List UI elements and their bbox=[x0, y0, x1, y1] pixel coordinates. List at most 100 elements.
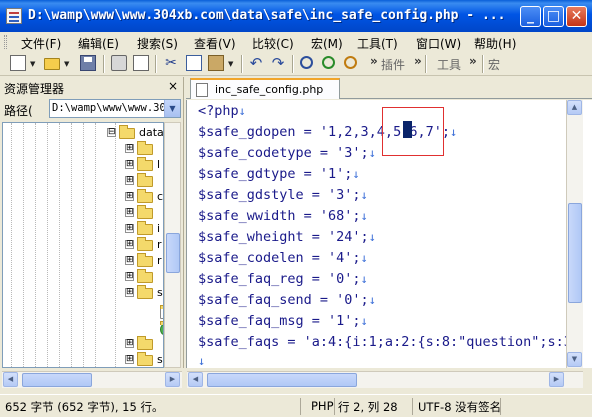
menu-edit[interactable]: 编辑(E) bbox=[78, 35, 119, 52]
expand-icon[interactable]: ⊞ bbox=[125, 339, 134, 348]
code-line[interactable]: $safe_faq_msg = '1';↓ bbox=[198, 313, 368, 334]
tree-item[interactable]: ⊞ bbox=[125, 173, 163, 189]
explorer-close-icon[interactable]: × bbox=[168, 79, 178, 93]
expand-icon[interactable]: ⊞ bbox=[125, 288, 134, 297]
status-encoding[interactable]: UTF-8 没有签名 bbox=[418, 399, 501, 415]
scrollbar-thumb[interactable] bbox=[207, 373, 357, 387]
tree-item-data[interactable]: ⊟ data bbox=[107, 125, 163, 141]
tab-inc-safe-config[interactable]: inc_safe_config.php bbox=[190, 78, 340, 99]
path-combobox[interactable]: D:\wamp\www\www.304 ▼ bbox=[49, 99, 181, 118]
menu-window[interactable]: 窗口(W) bbox=[416, 35, 461, 52]
menu-file[interactable]: 文件(F) bbox=[21, 35, 61, 52]
tree-item[interactable]: ⊞ l bbox=[125, 157, 163, 173]
minimize-button[interactable]: _ bbox=[520, 6, 541, 27]
code-line[interactable]: $safe_faq_reg = '0';↓ bbox=[198, 271, 368, 292]
editor-vertical-scrollbar[interactable]: ▲ ▼ bbox=[566, 100, 583, 368]
scroll-left-icon[interactable]: ◀ bbox=[3, 372, 18, 387]
expand-icon[interactable]: ⊞ bbox=[125, 256, 134, 265]
status-language[interactable]: PHP bbox=[311, 399, 334, 413]
menu-compare[interactable]: 比较(C) bbox=[252, 35, 294, 52]
code-line[interactable]: $safe_wwidth = '68';↓ bbox=[198, 208, 368, 229]
scroll-up-icon[interactable]: ▲ bbox=[567, 100, 582, 115]
redo-icon[interactable]: ↷ bbox=[270, 55, 286, 71]
tree-item[interactable]: ⊞ bbox=[125, 205, 163, 221]
expand-icon[interactable]: ⊞ bbox=[125, 208, 134, 217]
scrollbar-thumb[interactable] bbox=[22, 373, 92, 387]
undo-icon[interactable]: ↶ bbox=[248, 55, 264, 71]
menu-search[interactable]: 搜索(S) bbox=[137, 35, 178, 52]
expand-icon[interactable]: ⊞ bbox=[125, 240, 134, 249]
code-line[interactable]: $safe_faq_send = '0';↓ bbox=[198, 292, 376, 313]
scroll-down-icon[interactable]: ▼ bbox=[567, 352, 582, 367]
tree-item[interactable]: ⊞ r bbox=[125, 237, 163, 253]
editor-horizontal-scrollbar[interactable]: ◀ ▶ bbox=[187, 371, 583, 388]
replace-icon[interactable] bbox=[344, 56, 357, 69]
open-folder-icon[interactable] bbox=[44, 58, 60, 70]
path-value[interactable]: D:\wamp\www\www.304 bbox=[52, 102, 164, 114]
tab-label: inc_safe_config.php bbox=[215, 83, 324, 96]
expand-icon[interactable]: ⊞ bbox=[125, 355, 134, 364]
collapse-icon[interactable]: ⊟ bbox=[107, 128, 116, 137]
open-dropdown-arrow[interactable]: ▼ bbox=[64, 60, 69, 68]
new-file-icon[interactable] bbox=[10, 55, 26, 71]
expand-icon[interactable]: ⊞ bbox=[125, 144, 134, 153]
code-line[interactable]: <?php↓ bbox=[198, 103, 246, 124]
tree-item[interactable]: ⊞ i bbox=[125, 221, 163, 237]
menu-help[interactable]: 帮助(H) bbox=[474, 35, 516, 52]
scroll-left-icon[interactable]: ◀ bbox=[188, 372, 203, 387]
explorer-horizontal-scrollbar[interactable]: ◀ ▶ bbox=[2, 371, 182, 388]
title-bar[interactable]: D:\wamp\www\www.304xb.com\data\safe\inc_… bbox=[0, 0, 592, 32]
code-line[interactable]: $safe_gdstyle = '3';↓ bbox=[198, 187, 368, 208]
plugins-toolbar-label[interactable]: 插件 bbox=[381, 56, 405, 73]
find-next-icon[interactable] bbox=[322, 56, 335, 69]
chevron-down-icon[interactable]: ▼ bbox=[164, 100, 180, 117]
save-icon[interactable] bbox=[80, 55, 96, 71]
expand-icon[interactable]: ⊞ bbox=[125, 176, 134, 185]
explorer-vertical-scrollbar[interactable] bbox=[164, 122, 181, 368]
scrollbar-thumb[interactable] bbox=[166, 233, 180, 273]
paste-icon[interactable] bbox=[208, 55, 224, 71]
code-editor[interactable]: <?php↓ $safe_gdopen = '1,2,3,4,5,6,7';↓ … bbox=[186, 100, 592, 368]
paste-dropdown-arrow[interactable]: ▼ bbox=[228, 60, 233, 68]
scrollbar-thumb[interactable] bbox=[568, 203, 582, 303]
menu-view[interactable]: 查看(V) bbox=[194, 35, 236, 52]
status-cursor-position: 行 2, 列 28 bbox=[338, 400, 398, 414]
expand-icon[interactable]: ⊞ bbox=[125, 192, 134, 201]
close-button[interactable]: ✕ bbox=[566, 6, 587, 27]
tree-item[interactable]: ⊞ bbox=[125, 269, 163, 285]
expand-icon[interactable]: ⊞ bbox=[125, 160, 134, 169]
print-icon[interactable] bbox=[111, 55, 127, 71]
tree-guide-line bbox=[115, 123, 116, 367]
copy-icon[interactable] bbox=[186, 55, 202, 71]
code-line[interactable]: $safe_gdtype = '1';↓ bbox=[198, 166, 360, 187]
code-line[interactable]: $safe_faqs = 'a:4:{i:1;a:2:{s:8:"questio… bbox=[198, 334, 572, 355]
folder-tree[interactable]: ⊟ data ⊞ ⊞ l ⊞ ⊞ c ⊞ ⊞ i ⊞ r ⊞ r ⊞ ⊞ s ⊞… bbox=[2, 122, 164, 368]
app-icon[interactable] bbox=[6, 8, 22, 24]
new-dropdown-arrow[interactable]: ▼ bbox=[30, 60, 35, 68]
scroll-right-icon[interactable]: ▶ bbox=[165, 372, 180, 387]
tree-item[interactable]: ⊞ s bbox=[125, 352, 163, 367]
tools-toolbar-label[interactable]: 工具 bbox=[437, 56, 461, 73]
tree-item[interactable]: ⊞ c bbox=[125, 189, 163, 205]
maximize-button[interactable]: □ bbox=[543, 6, 564, 27]
tree-item[interactable]: ⊞ bbox=[125, 141, 163, 157]
tree-item[interactable]: ⊞ bbox=[125, 336, 163, 352]
macro-toolbar-label[interactable]: 宏 bbox=[488, 56, 500, 73]
toolbar-overflow-chevron[interactable]: » bbox=[370, 54, 378, 68]
code-line[interactable]: $safe_codetype = '3';↓ bbox=[198, 145, 376, 166]
expand-icon[interactable]: ⊞ bbox=[125, 224, 134, 233]
code-line[interactable]: $safe_codelen = '4';↓ bbox=[198, 250, 368, 271]
print-preview-icon[interactable] bbox=[133, 55, 149, 71]
menu-macro[interactable]: 宏(M) bbox=[311, 35, 343, 52]
expand-icon[interactable]: ⊞ bbox=[125, 272, 134, 281]
code-line[interactable]: $safe_wheight = '24';↓ bbox=[198, 229, 376, 250]
tree-item[interactable]: ⊞ s bbox=[125, 285, 163, 301]
tools-overflow-chevron[interactable]: » bbox=[469, 54, 477, 68]
tree-item[interactable]: ⊞ r bbox=[125, 253, 163, 269]
scroll-right-icon[interactable]: ▶ bbox=[549, 372, 564, 387]
plugins-overflow-chevron[interactable]: » bbox=[414, 54, 422, 68]
cut-icon[interactable]: ✂ bbox=[163, 55, 179, 71]
find-icon[interactable] bbox=[300, 56, 313, 69]
menu-tools[interactable]: 工具(T) bbox=[357, 35, 398, 52]
menu-grip[interactable] bbox=[4, 35, 7, 49]
